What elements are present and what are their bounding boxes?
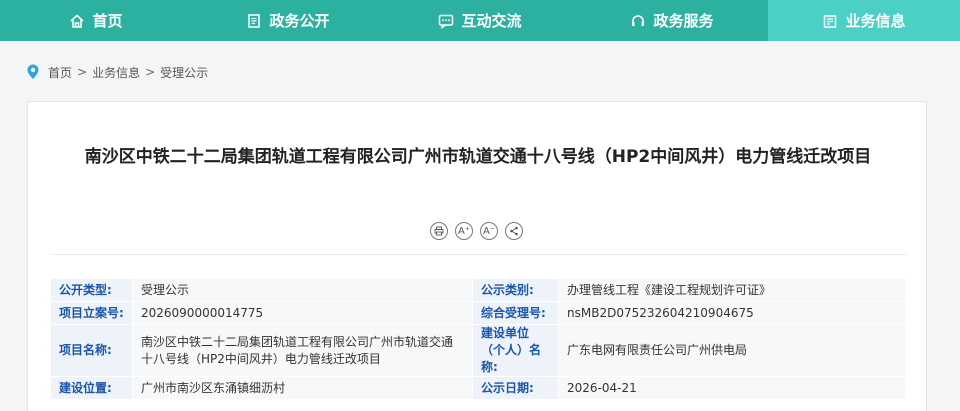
document-icon [248, 13, 261, 28]
breadcrumb-separator: > [145, 65, 156, 79]
breadcrumb-separator: > [77, 65, 88, 79]
font-increase-icon[interactable]: A⁺ [455, 222, 473, 240]
home-icon [70, 13, 85, 28]
value-notice-category: 办理管线工程《建设工程规划许可证》 [558, 278, 906, 302]
nav-item-services[interactable]: 政务服务 [576, 0, 768, 41]
nav-label: 首页 [92, 12, 123, 30]
label-public-type: 公开类型: [50, 278, 133, 302]
value-public-type: 受理公示 [132, 278, 473, 302]
title-divider [50, 254, 906, 255]
value-acceptance-no: nsMB2D075232604210904675 [558, 301, 906, 325]
font-decrease-icon[interactable]: A⁻ [480, 222, 498, 240]
print-icon[interactable] [430, 222, 448, 240]
value-location: 广州市南沙区东涌镇细沥村 [132, 376, 473, 400]
nav-item-home[interactable]: 首页 [0, 0, 192, 41]
share-icon[interactable] [505, 222, 523, 240]
nav-label: 政务服务 [653, 12, 714, 30]
label-project-case-no: 项目立案号: [50, 301, 133, 325]
breadcrumb-business-info[interactable]: 业务信息 [92, 64, 140, 81]
breadcrumb: 首页 > 业务信息 > 受理公示 [26, 62, 208, 82]
table-row: 项目名称: 南沙区中铁二十二局集团轨道工程有限公司广州市轨道交通十八号线（HP2… [50, 324, 906, 377]
briefcase-icon [824, 14, 837, 28]
nav-label: 互动交流 [461, 12, 522, 30]
info-table: 公开类型: 受理公示 公示类别: 办理管线工程《建设工程规划许可证》 项目立案号… [50, 278, 906, 400]
article-card: 南沙区中铁二十二局集团轨道工程有限公司广州市轨道交通十八号线（HP2中间风井）电… [27, 101, 927, 411]
value-builder-name: 广东电网有限责任公司广州供电局 [558, 324, 906, 377]
breadcrumb-home[interactable]: 首页 [48, 64, 72, 81]
table-row: 公开类型: 受理公示 公示类别: 办理管线工程《建设工程规划许可证》 [50, 278, 906, 302]
nav-item-business-info[interactable]: 业务信息 [768, 0, 960, 41]
label-acceptance-no: 综合受理号: [472, 301, 559, 325]
value-notice-date: 2026-04-21 [558, 376, 906, 400]
top-nav: 首页 政务公开 互动交流 政务服务 业务信息 [0, 0, 960, 41]
article-title: 南沙区中铁二十二局集团轨道工程有限公司广州市轨道交通十八号线（HP2中间风井）电… [84, 147, 872, 167]
nav-label: 政务公开 [269, 12, 330, 30]
chat-icon [439, 14, 454, 29]
value-project-name: 南沙区中铁二十二局集团轨道工程有限公司广州市轨道交通十八号线（HP2中间风井）电… [132, 324, 473, 377]
nav-label: 业务信息 [845, 12, 906, 30]
breadcrumb-current: 受理公示 [160, 65, 209, 80]
label-location: 建设位置: [50, 376, 133, 400]
value-project-case-no: 2026090000014775 [132, 301, 473, 325]
location-pin-icon [27, 64, 39, 79]
label-notice-category: 公示类别: [472, 278, 559, 302]
label-notice-date: 公示日期: [472, 376, 559, 400]
table-row: 建设位置: 广州市南沙区东涌镇细沥村 公示日期: 2026-04-21 [50, 376, 906, 400]
label-builder-name: 建设单位（个人）名称: [472, 324, 559, 377]
headset-icon [632, 14, 645, 26]
article-tools: A⁺ A⁻ [430, 222, 523, 240]
nav-item-public-affairs[interactable]: 政务公开 [192, 0, 384, 41]
table-row: 项目立案号: 2026090000014775 综合受理号: nsMB2D075… [50, 301, 906, 325]
nav-item-interaction[interactable]: 互动交流 [384, 0, 576, 41]
label-project-name: 项目名称: [50, 324, 133, 377]
